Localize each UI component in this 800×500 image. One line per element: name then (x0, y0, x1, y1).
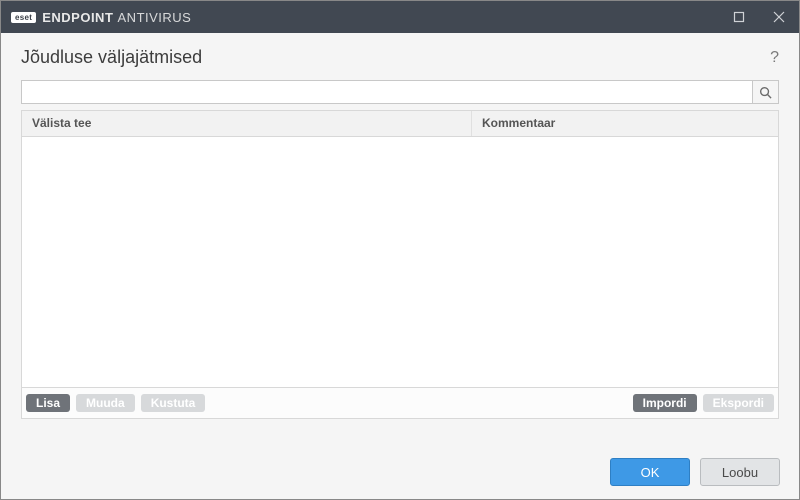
close-icon (773, 11, 785, 23)
help-button[interactable]: ? (770, 49, 779, 67)
maximize-icon (733, 11, 745, 23)
search-input[interactable] (21, 80, 753, 104)
export-button: Ekspordi (703, 394, 774, 412)
table-body[interactable] (22, 137, 778, 387)
import-button[interactable]: Impordi (633, 394, 697, 412)
close-button[interactable] (759, 1, 799, 33)
maximize-button[interactable] (719, 1, 759, 33)
brand-badge: eset (11, 12, 36, 23)
ok-button[interactable]: OK (610, 458, 690, 486)
app-title: ENDPOINT ANTIVIRUS (42, 10, 191, 25)
cancel-button[interactable]: Loobu (700, 458, 780, 486)
page-title: Jõudluse väljajätmised (21, 47, 202, 68)
column-path[interactable]: Välista tee (22, 111, 472, 136)
page-header: Jõudluse väljajätmised ? (1, 33, 799, 80)
add-button[interactable]: Lisa (26, 394, 70, 412)
delete-button: Kustuta (141, 394, 206, 412)
titlebar: eset ENDPOINT ANTIVIRUS (1, 1, 799, 33)
column-comment[interactable]: Kommentaar (472, 111, 778, 136)
exclusions-table: Välista tee Kommentaar (21, 110, 779, 388)
search-icon (759, 86, 772, 99)
table-header: Välista tee Kommentaar (22, 111, 778, 137)
content-area: Välista tee Kommentaar Lisa Muuda Kustut… (1, 80, 799, 429)
action-bar: Lisa Muuda Kustuta Impordi Ekspordi (21, 388, 779, 419)
edit-button: Muuda (76, 394, 135, 412)
search-row (21, 80, 779, 104)
footer: OK Loobu (0, 444, 800, 500)
search-button[interactable] (753, 80, 779, 104)
